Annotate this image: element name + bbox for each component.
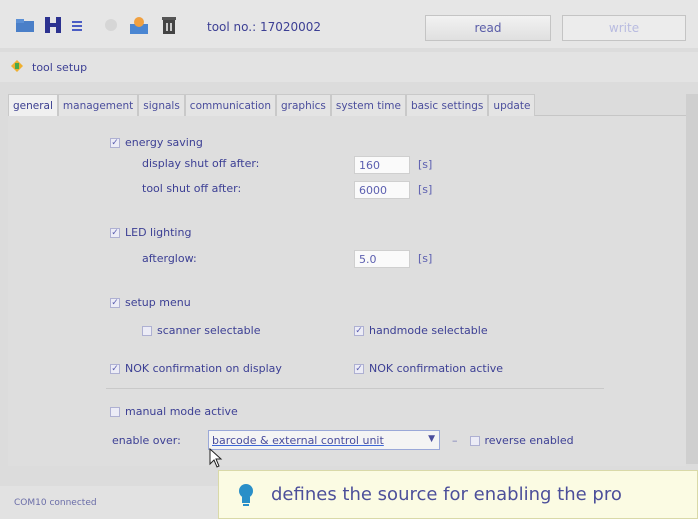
setup-menu-label: setup menu	[125, 296, 191, 309]
checkmark-icon: ✓	[110, 227, 120, 238]
user-icon[interactable]	[128, 14, 150, 36]
enable-over-value: barcode & external control unit	[212, 433, 384, 447]
manual-mode-active-checkbox[interactable]: manual mode active	[110, 405, 238, 418]
tool-shut-off-input[interactable]: 6000	[354, 181, 410, 199]
energy-saving-checkbox[interactable]: ✓ energy saving	[110, 136, 203, 149]
checkmark-icon: ✓	[110, 137, 120, 148]
trash-icon[interactable]	[158, 14, 180, 36]
display-shut-off-label: display shut off after:	[142, 157, 260, 170]
setup-icon	[10, 59, 24, 76]
afterglow-unit: [s]	[418, 252, 433, 265]
list-icon[interactable]	[66, 14, 88, 36]
scanner-selectable-checkbox[interactable]: scanner selectable	[142, 324, 260, 337]
reverse-enabled-checkbox[interactable]: – reverse enabled	[452, 434, 574, 447]
write-button: write	[562, 15, 686, 41]
checkmark-icon: ✓	[354, 363, 364, 374]
vertical-scrollbar[interactable]	[686, 94, 698, 464]
tab-bar: general management signals communication…	[8, 94, 698, 116]
disabled-icon	[100, 14, 122, 36]
tab-general[interactable]: general	[8, 94, 58, 116]
checkbox-box	[469, 435, 480, 446]
nok-confirmation-active-label: NOK confirmation active	[369, 362, 504, 375]
enable-over-select[interactable]: barcode & external control unit ▼	[208, 430, 440, 450]
read-button[interactable]: read	[425, 15, 551, 41]
connection-status: COM10 connected	[14, 498, 97, 508]
nok-confirmation-display-checkbox[interactable]: ✓ NOK confirmation on display	[110, 362, 282, 375]
checkmark-icon: ✓	[354, 325, 364, 336]
afterglow-label: afterglow:	[142, 252, 197, 265]
tab-system-time[interactable]: system time	[330, 94, 406, 116]
nok-confirmation-active-checkbox[interactable]: ✓ NOK confirmation active	[354, 362, 503, 375]
reverse-enabled-label: reverse enabled	[484, 434, 574, 447]
setup-menu-checkbox[interactable]: ✓ setup menu	[110, 296, 191, 309]
save-icon[interactable]	[42, 14, 64, 36]
tool-number-label: tool no.: 17020002	[207, 20, 322, 34]
manual-mode-active-label: manual mode active	[125, 405, 238, 418]
folder-icon[interactable]	[14, 14, 36, 36]
tab-management[interactable]: management	[57, 94, 139, 116]
handmode-selectable-label: handmode selectable	[369, 324, 488, 337]
checkmark-icon: ✓	[110, 363, 120, 374]
tooltip: defines the source for enabling the pro	[218, 470, 698, 519]
tool-shut-off-unit: [s]	[418, 183, 433, 196]
breadcrumb: tool setup	[0, 52, 698, 82]
display-shut-off-unit: [s]	[418, 158, 433, 171]
energy-saving-label: energy saving	[125, 136, 203, 149]
checkmark-icon: ✓	[110, 297, 120, 308]
tooltip-text: defines the source for enabling the pro	[271, 484, 622, 505]
afterglow-input[interactable]: 5.0	[354, 250, 410, 268]
led-lighting-checkbox[interactable]: ✓ LED lighting	[110, 226, 191, 239]
tab-graphics[interactable]: graphics	[276, 94, 331, 116]
display-shut-off-input[interactable]: 160	[354, 156, 410, 174]
nok-confirmation-display-label: NOK confirmation on display	[125, 362, 282, 375]
mouse-cursor-icon	[209, 447, 223, 471]
tab-update[interactable]: update	[488, 94, 536, 116]
breadcrumb-label[interactable]: tool setup	[32, 61, 87, 74]
chevron-down-icon: ▼	[428, 434, 435, 444]
separator	[106, 388, 604, 389]
tab-signals[interactable]: signals	[138, 94, 185, 116]
checkbox-box	[110, 406, 120, 417]
tool-shut-off-label: tool shut off after:	[142, 182, 242, 195]
toolbar: tool no.: 17020002 read write	[0, 0, 698, 48]
tab-communication[interactable]: communication	[184, 94, 276, 116]
handmode-selectable-checkbox[interactable]: ✓ handmode selectable	[354, 324, 488, 337]
enable-over-label: enable over:	[112, 434, 181, 447]
scanner-selectable-label: scanner selectable	[157, 324, 261, 337]
led-lighting-label: LED lighting	[125, 226, 192, 239]
tab-basic-settings[interactable]: basic settings	[405, 94, 489, 116]
dash-icon: –	[452, 434, 458, 447]
checkbox-box	[142, 325, 152, 336]
lightbulb-icon	[237, 483, 255, 507]
